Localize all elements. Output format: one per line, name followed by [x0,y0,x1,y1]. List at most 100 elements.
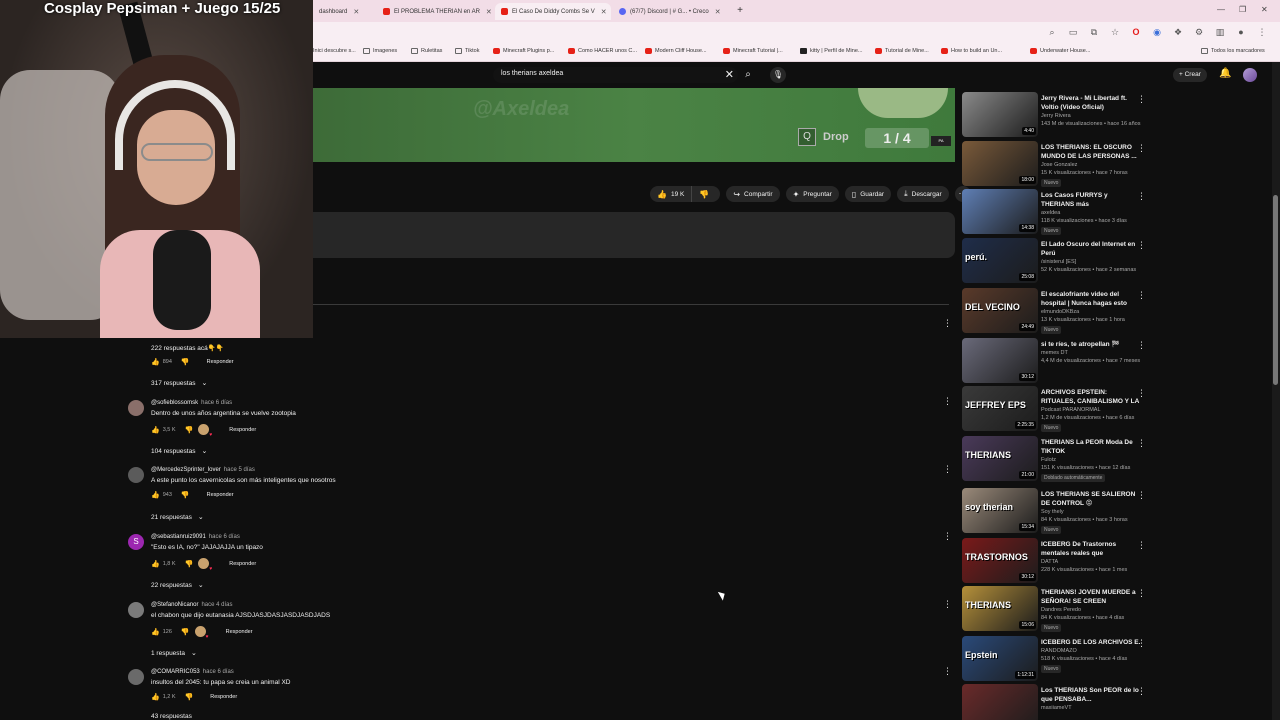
bookmark-item[interactable]: How to build an Un... [941,48,1002,54]
avatar[interactable] [128,400,144,416]
comment-author[interactable]: @sebastianruiz9091 [151,534,206,540]
video-menu-icon[interactable]: ⋮ [1137,638,1146,649]
comment-menu-icon[interactable]: ⋮ [943,599,952,610]
scrollbar-thumb[interactable] [1273,195,1278,385]
bookmark-item[interactable]: Imagenes [363,48,397,54]
video-menu-icon[interactable]: ⋮ [1137,438,1146,449]
thumbs-down-icon[interactable]: 👎 [181,491,190,499]
thumbs-up-icon[interactable]: 👍 [151,628,160,636]
replies-toggle[interactable]: 317 respuestas ⌄ [151,379,207,387]
star-icon[interactable]: ☆ [1109,26,1121,38]
audio-icon[interactable]: ◉ [1151,26,1163,38]
channel-name[interactable]: Dandres Peredo [1041,607,1081,613]
replies-toggle[interactable]: 43 respuestas [151,713,192,720]
dislike-button[interactable]: 👎 [692,186,721,202]
video-title[interactable]: ICEBERG De Trastornos mentales reales qu… [1041,540,1141,558]
bookmark-item[interactable]: Minecraft Plugins p... [493,48,554,54]
thumbs-down-icon[interactable]: 👎 [185,693,194,701]
recommended-video[interactable]: THERIANS 15:06 THERIANS! JOVEN MUERDE a SE… [962,586,1147,634]
puzzle-icon[interactable]: ⚙ [1193,26,1205,38]
comment-author[interactable]: @MercedezSprinter_lover [151,467,221,473]
video-menu-icon[interactable]: ⋮ [1137,290,1146,301]
video-menu-icon[interactable]: ⋮ [1137,143,1146,154]
search-input[interactable]: los therians axeldea [501,70,563,77]
close-icon[interactable]: ✕ [486,8,492,16]
search-box[interactable]: los therians axeldea ✕ [493,67,738,83]
comment-menu-icon[interactable]: ⋮ [943,666,952,677]
avatar[interactable] [128,669,144,685]
thumbs-up-icon[interactable]: 👍 [151,693,160,701]
close-icon[interactable]: ✕ [601,8,607,16]
replies-toggle[interactable]: 22 respuestas ⌄ [151,581,204,589]
avatar[interactable] [1243,68,1257,82]
comment-menu-icon[interactable]: ⋮ [943,396,952,407]
search-icon[interactable]: ⌕ [1046,26,1058,38]
channel-name[interactable]: Jerry Rivera [1041,113,1071,119]
video-thumbnail[interactable]: 14:38 [962,189,1038,234]
ask-button[interactable]: ✦ Preguntar [785,186,839,202]
avatar[interactable] [128,602,144,618]
comment-author[interactable]: @COMARRIC053 [151,669,200,675]
replies-toggle[interactable]: 1 respuesta ⌄ [151,649,197,657]
recommended-video[interactable]: 14:38 Los Casos FURRYS y THERIANS más PER… [962,189,1147,237]
bookmark-item[interactable]: Tutorial de Mine... [875,48,929,54]
video-thumbnail[interactable]: Epstein 1:12:31 [962,636,1038,681]
video-title[interactable]: Jerry Rivera - Mi Libertad ft. Voltio (V… [1041,94,1141,112]
comment-menu-icon[interactable]: ⋮ [943,318,952,329]
video-title[interactable]: ARCHIVOS EPSTEIN: RITUALES, CANIBALISMO … [1041,388,1141,406]
create-button[interactable]: + Crear [1173,68,1207,82]
video-thumbnail[interactable]: DEL VECINO 24:49 [962,288,1038,333]
channel-name[interactable]: maxiiameVT [1041,705,1072,711]
tab-diddy-combs[interactable]: El Caso De Diddy Combs Se V ✕ [495,3,611,20]
bell-icon[interactable]: 🔔 [1219,68,1231,79]
share-button[interactable]: ↪ Compartir [726,186,780,202]
video-title[interactable]: El escalofriante video del hospital | Nu… [1041,290,1141,308]
reply-button[interactable]: Responder [229,561,256,567]
video-menu-icon[interactable]: ⋮ [1137,340,1146,351]
video-title[interactable]: THERIANS La PEOR Moda De TIKTOK [1041,438,1141,456]
video-thumbnail[interactable]: 30:12 [962,338,1038,383]
channel-name[interactable]: Fulotz [1041,457,1056,463]
menu-icon[interactable]: ⋮ [1256,26,1268,38]
avatar[interactable] [128,467,144,483]
video-title[interactable]: si te ríes, te atropellan 🏁 [1041,340,1141,349]
recommended-video[interactable]: DEL VECINO 24:49 El escalofriante video de… [962,288,1147,336]
description-box[interactable] [313,212,955,258]
video-thumbnail[interactable]: THERIANS 21:00 [962,436,1038,481]
video-title[interactable]: ICEBERG DE LOS ARCHIVOS E. [1041,638,1141,647]
bookmark-item[interactable]: Minecraft Tutorial |... [723,48,783,54]
replies-toggle[interactable]: 104 respuestas ⌄ [151,447,207,455]
video-title[interactable]: LOS THERIANS SE SALIERON DE CONTROL 😡 [1041,490,1141,508]
bookmark-all[interactable]: Todos los marcadores [1201,48,1265,54]
replies-toggle[interactable]: 21 respuestas ⌄ [151,513,204,521]
recommended-video[interactable]: perú. 25:08 El Lado Oscuro del Internet en… [962,238,1147,286]
recommended-video[interactable]: JEFFREY EPS 2:25:35 ARCHIVOS EPSTEIN: RITU… [962,386,1147,434]
video-menu-icon[interactable]: ⋮ [1137,540,1146,551]
thumbs-up-icon[interactable]: 👍 [151,491,160,499]
bookmark-item[interactable]: Inici descubre s... [313,48,356,54]
video-title[interactable]: El Lado Oscuro del Internet en Perú [1041,240,1141,258]
reply-button[interactable]: Responder [210,694,237,700]
video-title[interactable]: Los THERIANS Son PEOR de lo que PENSABA.… [1041,686,1141,704]
recommended-video[interactable]: Los THERIANS Son PEOR de lo que PENSABA.… [962,684,1147,720]
comment-menu-icon[interactable]: ⋮ [943,531,952,542]
recommended-video[interactable]: Epstein 1:12:31 ICEBERG DE LOS ARCHIVOS E.… [962,636,1147,684]
window-close-icon[interactable]: ✕ [1261,5,1268,14]
video-menu-icon[interactable]: ⋮ [1137,94,1146,105]
recommended-video[interactable]: THERIANS 21:00 THERIANS La PEOR Moda De TI… [962,436,1147,484]
comment-author[interactable]: @StefanoNicanor [151,602,198,608]
video-player[interactable]: @Axeldea Q Drop 1 / 4 PA [313,88,955,162]
avatar[interactable]: S [128,534,144,550]
channel-name[interactable]: Soy thely [1041,509,1064,515]
search-icon[interactable]: ⌕ [741,68,755,82]
channel-name[interactable]: memes DT [1041,350,1068,356]
scrollbar-track[interactable] [1272,62,1280,720]
thumbs-up-icon[interactable]: 👍 [151,426,160,434]
video-title[interactable]: LOS THERIANS: EL OSCURO MUNDO DE LAS PER… [1041,143,1141,161]
tab-dashboard[interactable]: dashboard ✕ [313,3,375,20]
comment-author[interactable]: @sofieblossomsk [151,400,198,406]
recommended-video[interactable]: TRASTORNOS 30:12 ICEBERG De Trastornos men… [962,538,1147,586]
close-icon[interactable]: ✕ [715,8,721,16]
tab-problema-therian[interactable]: El PROBLEMA THERIAN en AR ✕ [377,3,493,20]
thumbs-down-icon[interactable]: 👎 [185,426,194,434]
